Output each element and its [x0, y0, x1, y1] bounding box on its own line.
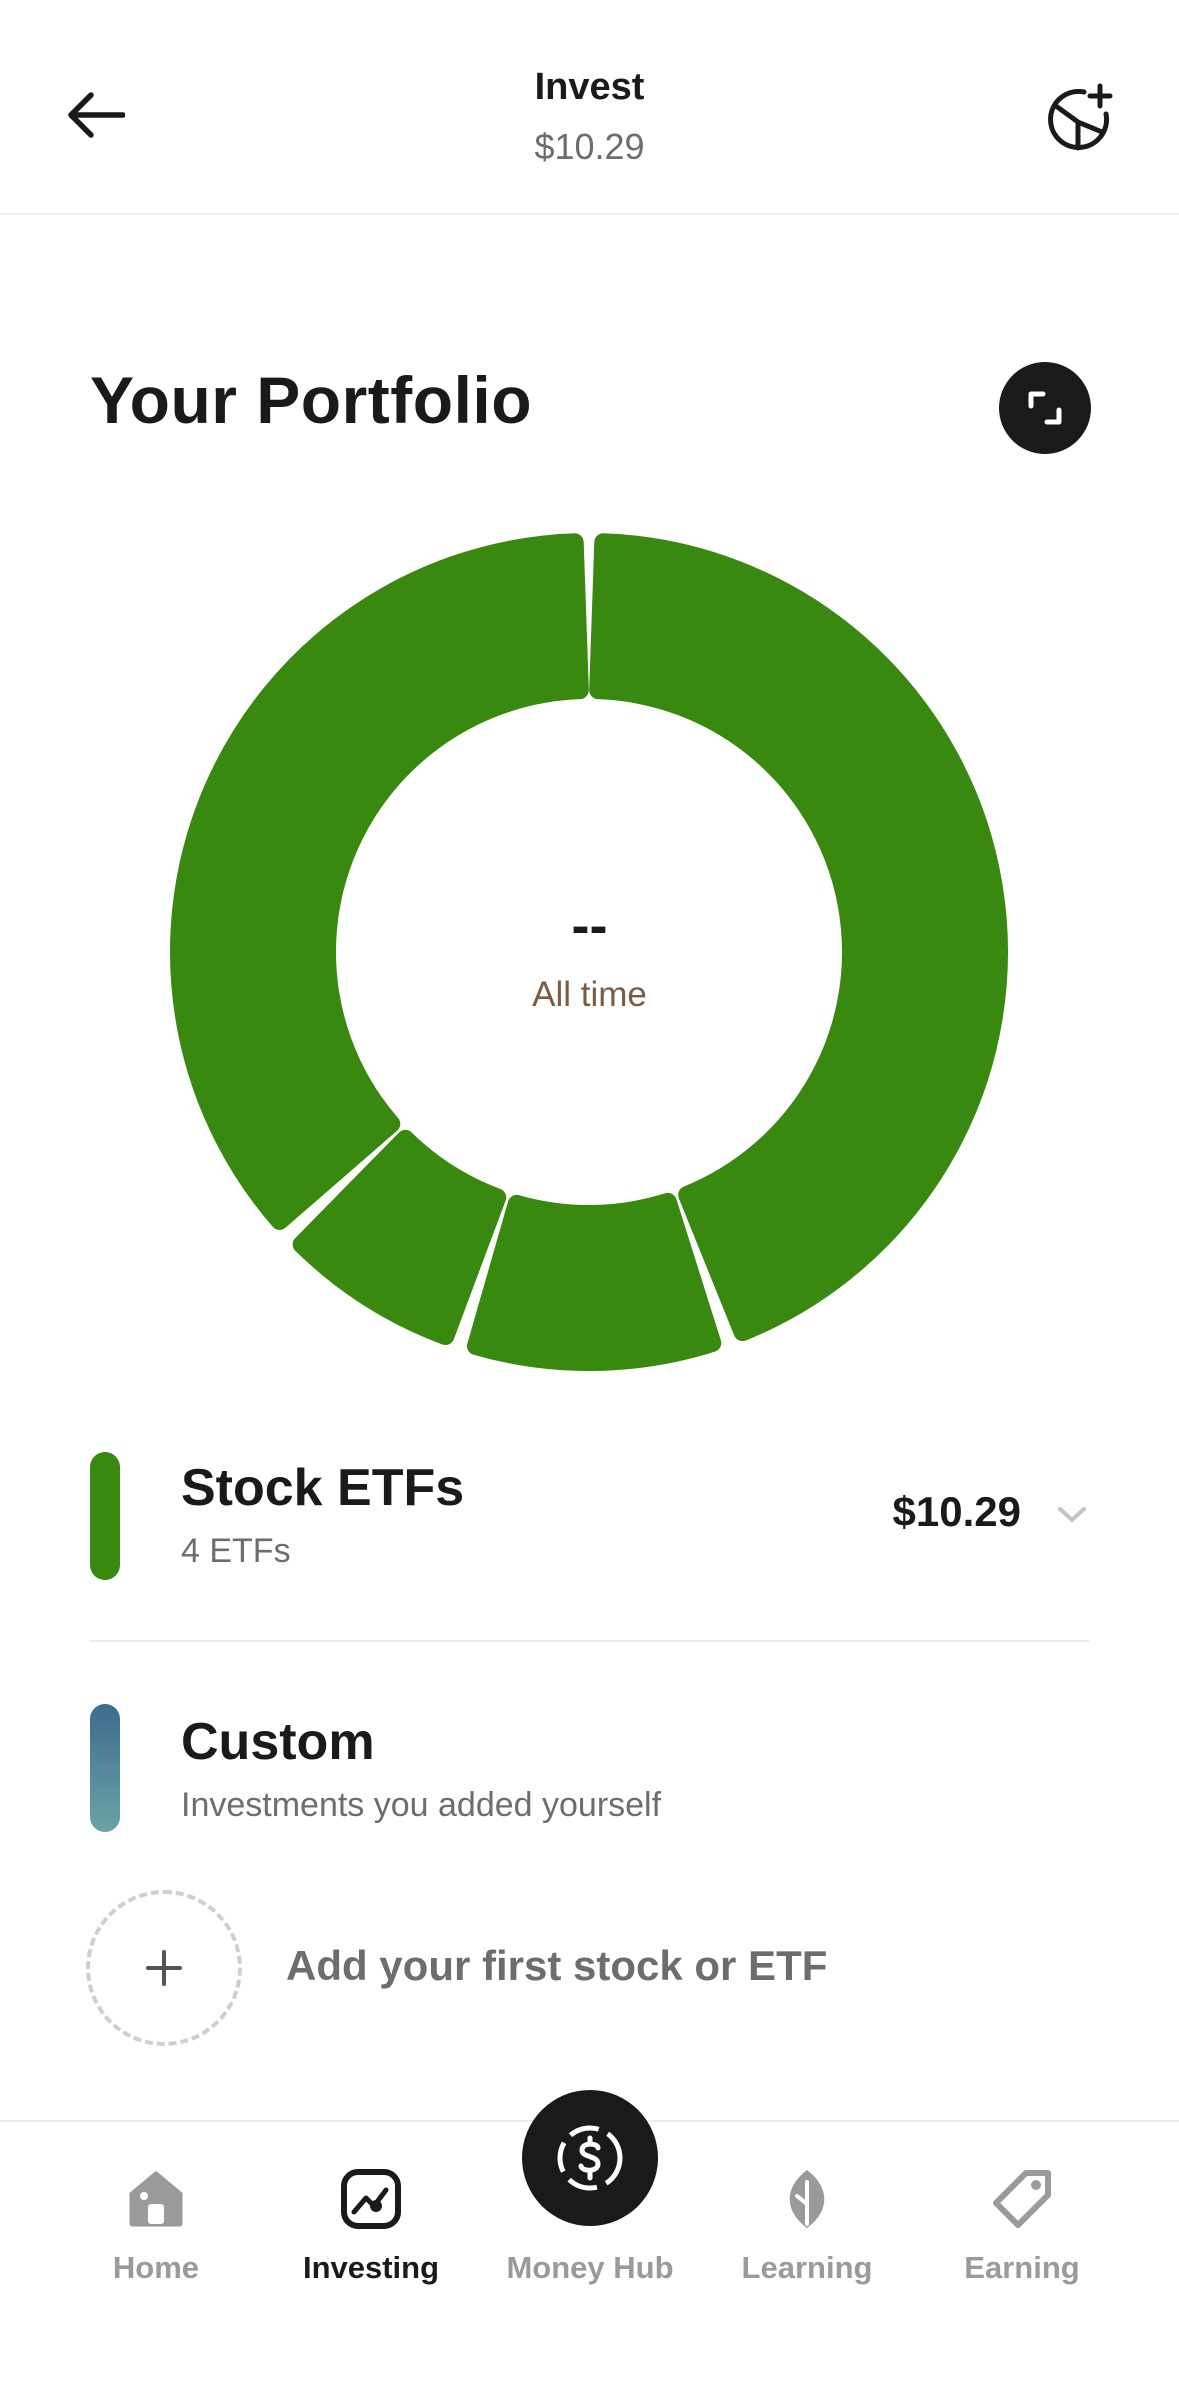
category-title: Custom	[181, 1713, 375, 1771]
category-title: Stock ETFs	[181, 1459, 465, 1517]
add-portfolio-button[interactable]	[1040, 78, 1120, 158]
tab-money-hub[interactable]: Money Hub	[490, 2090, 690, 2396]
donut-segment-2[interactable]	[466, 1192, 722, 1371]
header-balance: $10.29	[534, 126, 645, 167]
tab-learning[interactable]: Learning	[707, 2122, 907, 2396]
dollar-icon	[557, 2125, 623, 2191]
tab-label: Learning	[741, 2250, 873, 2285]
add-stock-button[interactable]	[86, 1890, 242, 2046]
top-header: Invest $10.29	[0, 0, 1179, 215]
donut-segment-4[interactable]	[170, 533, 589, 1230]
tab-home[interactable]: Home	[56, 2122, 256, 2396]
donut-center-label: All time	[532, 975, 647, 1014]
expand-icon	[1028, 391, 1062, 425]
header-title: Invest	[534, 66, 645, 108]
tab-label: Money Hub	[506, 2250, 674, 2285]
home-icon	[121, 2164, 191, 2234]
category-row-custom[interactable]: Custom Investments you added yourself	[0, 1692, 1179, 1852]
category-value: $10.29	[892, 1488, 1021, 1535]
leaf-icon	[772, 2164, 842, 2234]
category-subtitle: 4 ETFs	[181, 1532, 291, 1570]
divider	[90, 1640, 1090, 1642]
pie-chart-plus-icon	[1048, 83, 1113, 151]
category-color-bar	[90, 1704, 120, 1832]
expand-button[interactable]	[999, 362, 1091, 454]
add-stock-label: Add your first stock or ETF	[286, 1942, 828, 1989]
category-row-stock-etfs[interactable]: Stock ETFs 4 ETFs $10.29	[0, 1440, 1179, 1600]
bottom-tab-bar: Home Investing Money Hub Learning Earnin…	[0, 2090, 1179, 2396]
plus-icon	[146, 1950, 182, 1986]
tab-label: Investing	[302, 2250, 440, 2285]
category-subtitle: Investments you added yourself	[181, 1786, 662, 1824]
tab-investing[interactable]: Investing	[271, 2122, 471, 2396]
tab-label: Home	[112, 2250, 200, 2285]
tab-earning[interactable]: Earning	[922, 2122, 1122, 2396]
add-stock-row[interactable]: Add your first stock or ETF	[86, 1890, 886, 2046]
category-color-bar	[90, 1452, 120, 1580]
money-hub-button[interactable]	[522, 2090, 658, 2226]
portfolio-title: Your Portfolio	[90, 363, 533, 437]
donut-center-value: --	[571, 896, 608, 956]
tag-icon	[987, 2164, 1057, 2234]
tab-label: Earning	[964, 2250, 1080, 2285]
investing-icon	[336, 2164, 406, 2234]
chevron-down-icon[interactable]	[1052, 1500, 1092, 1530]
